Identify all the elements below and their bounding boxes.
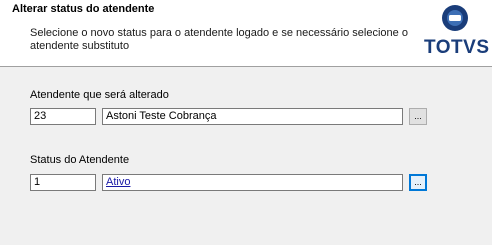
status-lookup-button[interactable]: ... <box>409 174 427 191</box>
logo-text: TOTVS <box>424 37 490 58</box>
attendant-code-field[interactable]: 23 <box>30 108 96 125</box>
attendant-name-field[interactable]: Astoni Teste Cobrança <box>102 108 403 125</box>
status-code-field[interactable]: 1 <box>30 174 96 191</box>
status-name-link[interactable]: Ativo <box>106 176 130 188</box>
attendant-label: Atendente que será alterado <box>30 89 169 101</box>
dialog-header: Alterar status do atendente Selecione o … <box>0 0 492 67</box>
status-name-field[interactable]: Ativo <box>102 174 403 191</box>
dialog-description: Selecione o novo status para o atendente… <box>30 27 408 52</box>
status-label: Status do Atendente <box>30 154 130 166</box>
totvs-logo: TOTVS <box>424 4 490 58</box>
attendant-lookup-button[interactable]: ... <box>409 108 427 125</box>
totvs-logo-icon <box>442 5 468 31</box>
dialog-title: Alterar status do atendente <box>12 3 155 15</box>
